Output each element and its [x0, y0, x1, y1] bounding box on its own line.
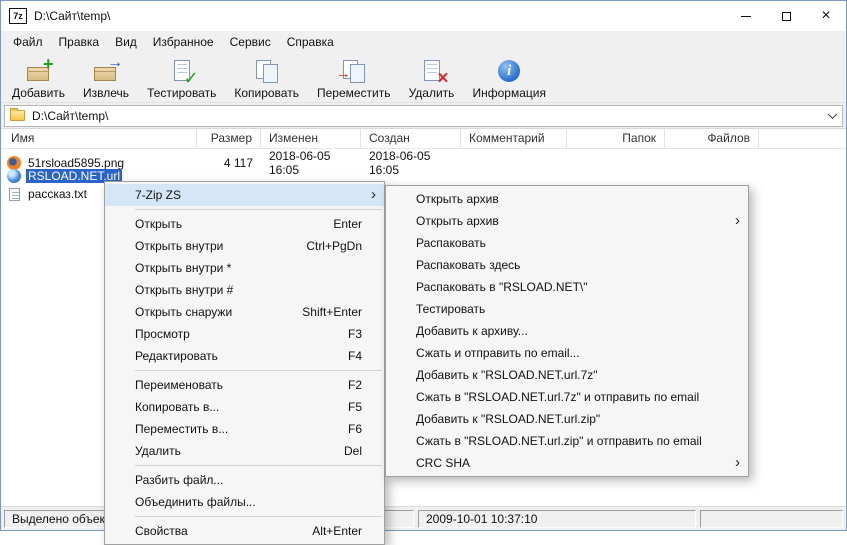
- column-header-created[interactable]: Создан: [361, 129, 461, 149]
- submenu-arrow-icon: [735, 213, 740, 228]
- submenu-item-open-archive-as[interactable]: Открыть архив: [386, 210, 748, 232]
- column-header-folders[interactable]: Папок: [567, 129, 665, 149]
- archive-add-icon: [24, 57, 54, 85]
- file-created: 2018-06-05 16:05: [369, 149, 431, 177]
- toolbar-copy-button[interactable]: Копировать: [225, 55, 308, 102]
- context-menu-item-open-outside[interactable]: Открыть снаружи Shift+Enter: [105, 301, 384, 323]
- toolbar-add-button[interactable]: Добавить: [3, 55, 74, 102]
- context-menu: 7-Zip ZS Открыть Enter Открыть внутри Ct…: [104, 181, 385, 545]
- text-file-icon: [9, 187, 20, 201]
- copy-files-icon: [252, 57, 282, 85]
- column-header-filler: [759, 129, 846, 149]
- 7zip-submenu: Открыть архив Открыть архив Распаковать …: [385, 185, 749, 477]
- address-bar: D:\Сайт\temp\: [1, 103, 846, 129]
- context-menu-item-move-to[interactable]: Переместить в... F6: [105, 418, 384, 440]
- move-files-icon: [339, 57, 369, 85]
- submenu-arrow-icon: [371, 187, 376, 202]
- app-window: { "window": { "icon_text": "7z", "title"…: [0, 0, 847, 545]
- menu-separator: [135, 465, 382, 466]
- file-name: 51rsload5895.png: [28, 156, 125, 170]
- chevron-down-icon: [827, 109, 837, 120]
- submenu-item-crc-sha[interactable]: CRC SHA: [386, 452, 748, 474]
- app-icon-label: 7z: [13, 11, 23, 21]
- context-menu-item-open-inside-star[interactable]: Открыть внутри *: [105, 257, 384, 279]
- folder-icon: [10, 108, 25, 121]
- column-header-name[interactable]: Имя: [1, 129, 197, 149]
- menu-view[interactable]: Вид: [107, 31, 145, 53]
- submenu-item-open-archive[interactable]: Открыть архив: [386, 188, 748, 210]
- titlebar[interactable]: 7z D:\Сайт\temp\: [1, 1, 846, 31]
- context-menu-item-rename[interactable]: Переименовать F2: [105, 374, 384, 396]
- address-path: D:\Сайт\temp\: [32, 108, 109, 123]
- menu-tools[interactable]: Сервис: [222, 31, 279, 53]
- context-menu-item-view[interactable]: Просмотр F3: [105, 323, 384, 345]
- file-row-png[interactable]: 51rsload5895.png 4 117 2018-06-05 16:05 …: [1, 149, 846, 177]
- info-icon: [494, 57, 524, 85]
- delete-icon: [417, 57, 447, 85]
- submenu-item-extract[interactable]: Распаковать: [386, 232, 748, 254]
- toolbar: Добавить Извлечь Тестировать Копировать …: [1, 53, 846, 103]
- window-title: D:\Сайт\temp\: [34, 9, 111, 23]
- toolbar-move-button[interactable]: Переместить: [308, 55, 400, 102]
- submenu-item-test[interactable]: Тестировать: [386, 298, 748, 320]
- column-header-modified[interactable]: Изменен: [261, 129, 361, 149]
- context-menu-item-combine-files[interactable]: Объединить файлы...: [105, 491, 384, 513]
- test-check-icon: [167, 57, 197, 85]
- close-icon: [821, 8, 830, 24]
- context-menu-item-7zip-zs[interactable]: 7-Zip ZS: [105, 184, 384, 206]
- submenu-arrow-icon: [735, 455, 740, 470]
- menu-file[interactable]: Файл: [5, 31, 51, 53]
- menu-bar: Файл Правка Вид Избранное Сервис Справка: [1, 31, 846, 53]
- minimize-icon: [741, 15, 751, 17]
- toolbar-extract-button[interactable]: Извлечь: [74, 55, 138, 102]
- status-extra: [700, 509, 843, 528]
- column-header-files[interactable]: Файлов: [665, 129, 759, 149]
- maximize-button[interactable]: [766, 1, 806, 31]
- app-icon: 7z: [9, 8, 27, 24]
- column-header-comment[interactable]: Комментарий: [461, 129, 567, 149]
- minimize-button[interactable]: [726, 1, 766, 31]
- context-menu-item-copy-to[interactable]: Копировать в... F5: [105, 396, 384, 418]
- submenu-item-extract-to-folder[interactable]: Распаковать в "RSLOAD.NET\": [386, 276, 748, 298]
- menu-favorites[interactable]: Избранное: [145, 31, 222, 53]
- address-combobox[interactable]: D:\Сайт\temp\: [4, 104, 843, 127]
- context-menu-item-open[interactable]: Открыть Enter: [105, 213, 384, 235]
- toolbar-test-button[interactable]: Тестировать: [138, 55, 225, 102]
- submenu-item-add-to-archive[interactable]: Добавить к архиву...: [386, 320, 748, 342]
- context-menu-item-split-file[interactable]: Разбить файл...: [105, 469, 384, 491]
- close-button[interactable]: [806, 1, 846, 31]
- submenu-item-add-to-7z[interactable]: Добавить к "RSLOAD.NET.url.7z": [386, 364, 748, 386]
- file-size: 4 117: [223, 156, 253, 170]
- column-header-size[interactable]: Размер: [197, 129, 261, 149]
- menu-help[interactable]: Справка: [279, 31, 342, 53]
- internet-shortcut-icon: [7, 169, 21, 183]
- context-menu-item-open-inside[interactable]: Открыть внутри Ctrl+PgDn: [105, 235, 384, 257]
- submenu-item-add-to-zip[interactable]: Добавить к "RSLOAD.NET.url.zip": [386, 408, 748, 430]
- maximize-icon: [781, 11, 791, 21]
- file-name-cell: 51rsload5895.png: [1, 156, 197, 170]
- context-menu-item-properties[interactable]: Свойства Alt+Enter: [105, 520, 384, 542]
- column-headers: Имя Размер Изменен Создан Комментарий Па…: [1, 129, 846, 149]
- context-menu-item-open-inside-hash[interactable]: Открыть внутри #: [105, 279, 384, 301]
- archive-extract-icon: [91, 57, 121, 85]
- submenu-item-compress-7z-email[interactable]: Сжать в "RSLOAD.NET.url.7z" и отправить …: [386, 386, 748, 408]
- toolbar-info-button[interactable]: Информация: [464, 55, 555, 102]
- file-modified: 2018-06-05 16:05: [269, 149, 331, 177]
- toolbar-delete-button[interactable]: Удалить: [400, 55, 464, 102]
- menu-separator: [135, 516, 382, 517]
- firefox-image-icon: [7, 156, 21, 170]
- submenu-item-compress-zip-email[interactable]: Сжать в "RSLOAD.NET.url.zip" и отправить…: [386, 430, 748, 452]
- context-menu-item-edit[interactable]: Редактировать F4: [105, 345, 384, 367]
- menu-separator: [135, 209, 382, 210]
- menu-edit[interactable]: Правка: [51, 31, 108, 53]
- submenu-item-extract-here[interactable]: Распаковать здесь: [386, 254, 748, 276]
- address-dropdown-button[interactable]: [822, 106, 842, 126]
- file-name: рассказ.txt: [28, 187, 87, 201]
- context-menu-item-delete[interactable]: Удалить Del: [105, 440, 384, 462]
- menu-separator: [135, 370, 382, 371]
- status-timestamp: 2009-10-01 10:37:10: [418, 509, 696, 528]
- submenu-item-compress-email[interactable]: Сжать и отправить по email...: [386, 342, 748, 364]
